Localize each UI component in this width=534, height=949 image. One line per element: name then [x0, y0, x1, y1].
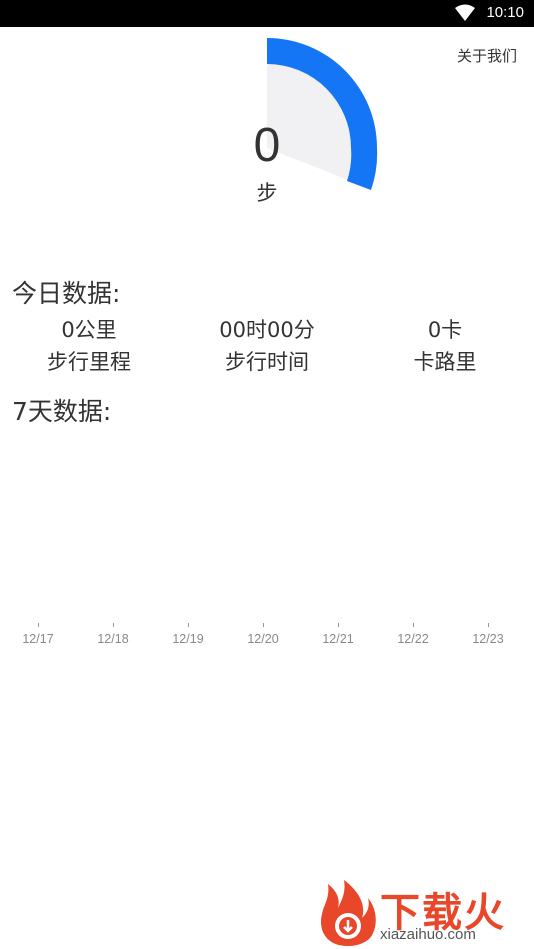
- x-axis-label: 12/20: [247, 632, 279, 646]
- x-axis-tick: [488, 623, 489, 627]
- x-axis-tick: [188, 623, 189, 627]
- watermark-url: xiazaihuo.com: [380, 926, 476, 943]
- stat-time-label: 步行时间: [225, 350, 309, 374]
- stat-calories: 0卡 卡路里: [365, 314, 525, 378]
- x-axis-tick: [413, 623, 414, 627]
- watermark: 下载火 xiazaihuo.com: [316, 878, 534, 949]
- week-data-title: 7天数据:: [12, 397, 112, 426]
- wifi-icon: [455, 4, 475, 21]
- stat-calories-value: 0卡: [427, 318, 463, 342]
- stat-calories-label: 卡路里: [413, 350, 477, 374]
- step-unit: 步: [256, 181, 278, 205]
- today-data-title: 今日数据:: [12, 279, 121, 308]
- x-axis-tick: [113, 623, 114, 627]
- flame-logo-icon: [321, 880, 376, 946]
- about-us-link[interactable]: 关于我们: [457, 45, 517, 66]
- status-time: 10:10: [486, 4, 524, 21]
- x-axis-tick: [338, 623, 339, 627]
- stat-time-value: 00时00分: [219, 318, 315, 342]
- x-axis-label: 12/19: [172, 632, 204, 646]
- x-axis-label: 12/18: [97, 632, 129, 646]
- stat-time: 00时00分 步行时间: [187, 314, 347, 378]
- x-axis-label: 12/23: [472, 632, 504, 646]
- x-axis-tick: [263, 623, 264, 627]
- x-axis-label: 12/22: [397, 632, 429, 646]
- step-count: 0: [253, 119, 281, 172]
- x-axis-label: 12/17: [22, 632, 54, 646]
- stat-distance: 0公里 步行里程: [9, 314, 169, 378]
- x-axis-label: 12/21: [322, 632, 354, 646]
- x-axis-tick: [38, 623, 39, 627]
- stat-distance-label: 步行里程: [47, 350, 131, 374]
- status-bar: 10:10: [0, 0, 534, 27]
- stat-distance-value: 0公里: [61, 318, 117, 342]
